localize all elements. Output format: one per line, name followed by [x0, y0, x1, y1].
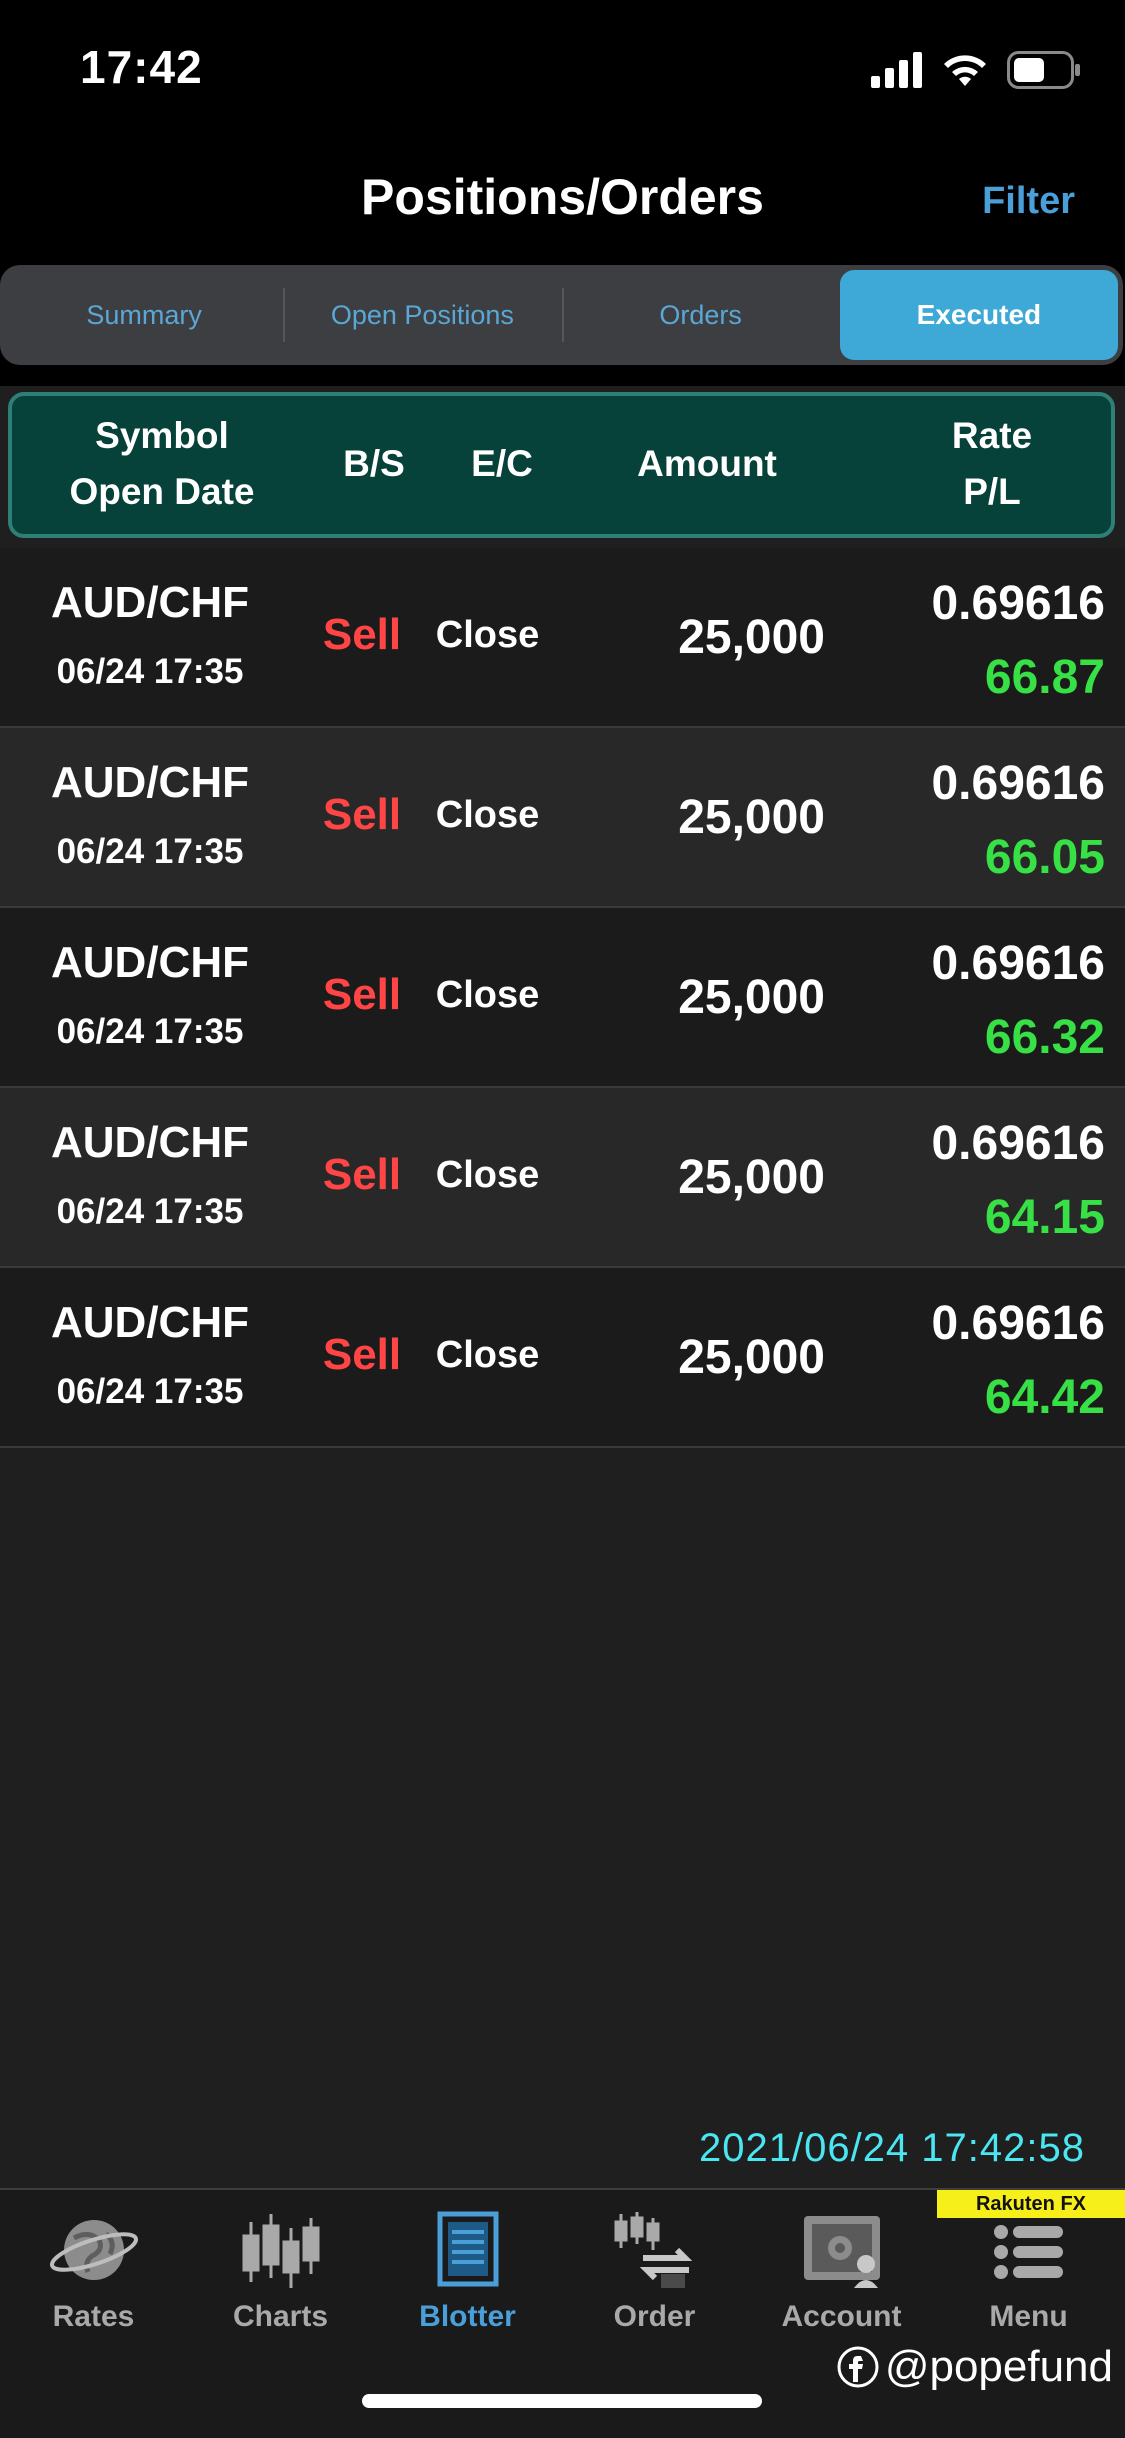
blotter-icon: [437, 2211, 498, 2287]
column-symbol-date: Symbol Open Date: [12, 408, 312, 520]
row-date: 06/24 17:35: [56, 1372, 244, 1411]
row-ec: Close: [435, 794, 540, 836]
row-bs: Sell: [322, 1330, 402, 1379]
row-bs: Sell: [322, 610, 402, 659]
tab-label: Rates: [52, 2300, 135, 2333]
tab-orders[interactable]: Orders: [561, 270, 840, 360]
tab-rates[interactable]: Rates: [0, 2208, 187, 2358]
facebook-logo-icon: [837, 2346, 879, 2388]
row-bs: Sell: [322, 970, 402, 1019]
top-area: 17:42 Positions/Orders Filter Summary Op…: [0, 0, 1125, 386]
row-amount: 25,000: [678, 611, 825, 664]
column-amount: Amount: [637, 443, 777, 484]
status-time: 17:42: [80, 41, 203, 93]
status-icons: [871, 48, 1081, 92]
menu-icon: [993, 2225, 1063, 2279]
row-pl: 64.15: [984, 1191, 1105, 1244]
column-ec: E/C: [471, 443, 533, 484]
tab-label: Account: [781, 2300, 902, 2333]
column-rate: Rate: [951, 415, 1033, 456]
server-timestamp: 2021/06/24 17:42:58: [698, 2126, 1085, 2170]
globe-icon: [49, 2220, 138, 2280]
row-pl: 66.32: [984, 1011, 1105, 1064]
table-row[interactable]: AUD/CHF 06/24 17:35 Sell Close 25,000 0.…: [0, 1088, 1125, 1268]
tab-order[interactable]: Order: [561, 2208, 748, 2358]
tab-menu[interactable]: Menu: [935, 2208, 1122, 2358]
row-date: 06/24 17:35: [56, 1012, 244, 1051]
tab-label: Blotter: [419, 2300, 516, 2333]
row-amount: 25,000: [678, 1151, 825, 1204]
row-pl: 66.05: [984, 831, 1105, 884]
row-symbol: AUD/CHF: [51, 938, 249, 987]
tab-label: Order: [613, 2300, 696, 2333]
column-header: Symbol Open Date B/S E/C Amount Rate P/L: [8, 392, 1115, 538]
row-symbol: AUD/CHF: [51, 1118, 249, 1167]
row-rate: 0.69616: [931, 1297, 1105, 1350]
column-pl: P/L: [963, 471, 1021, 512]
signal-icon: [871, 52, 922, 88]
watermark-text: @popefund: [884, 2342, 1113, 2391]
row-amount: 25,000: [678, 1331, 825, 1384]
tab-executed[interactable]: Executed: [839, 270, 1118, 360]
column-rate-pl: Rate P/L: [882, 408, 1102, 520]
tab-charts[interactable]: Charts: [187, 2208, 374, 2358]
candlestick-icon: [242, 2214, 319, 2288]
page-title: Positions/Orders: [361, 169, 764, 225]
column-open-date: Open Date: [69, 471, 255, 512]
row-ec: Close: [435, 974, 540, 1016]
row-rate: 0.69616: [931, 757, 1105, 810]
tab-label: Charts: [232, 2300, 329, 2333]
wifi-icon: [944, 55, 986, 86]
row-symbol: AUD/CHF: [51, 1298, 249, 1347]
segmented-control: Summary Open Positions Orders Executed: [0, 265, 1123, 365]
column-symbol: Symbol: [95, 415, 229, 456]
status-bar: 17:42: [0, 0, 1125, 140]
row-rate: 0.69616: [931, 577, 1105, 630]
row-bs: Sell: [322, 790, 402, 839]
row-date: 06/24 17:35: [56, 832, 244, 871]
row-rate: 0.69616: [931, 937, 1105, 990]
executed-list: AUD/CHF 06/24 17:35 Sell Close 25,000 0.…: [0, 548, 1125, 1448]
row-pl: 66.87: [984, 651, 1105, 704]
battery-icon: [1007, 51, 1080, 89]
row-amount: 25,000: [678, 791, 825, 844]
tab-summary[interactable]: Summary: [5, 270, 283, 360]
table-row[interactable]: AUD/CHF 06/24 17:35 Sell Close 25,000 0.…: [0, 908, 1125, 1088]
row-ec: Close: [435, 1334, 540, 1376]
table-row[interactable]: AUD/CHF 06/24 17:35 Sell Close 25,000 0.…: [0, 548, 1125, 728]
row-ec: Close: [435, 614, 540, 656]
tab-label: Menu: [989, 2300, 1068, 2333]
row-symbol: AUD/CHF: [51, 758, 249, 807]
row-amount: 25,000: [678, 971, 825, 1024]
watermark: @popefund: [837, 2342, 1113, 2392]
row-bs: Sell: [322, 1150, 402, 1199]
row-date: 06/24 17:35: [56, 1192, 244, 1231]
tab-blotter[interactable]: Blotter: [374, 2208, 561, 2358]
row-pl: 64.42: [984, 1371, 1105, 1424]
tab-open-positions[interactable]: Open Positions: [283, 270, 561, 360]
tab-account[interactable]: Account: [748, 2208, 935, 2358]
column-bs: B/S: [343, 443, 405, 484]
row-rate: 0.69616: [931, 1117, 1105, 1170]
filter-button[interactable]: Filter: [982, 180, 1075, 223]
table-row[interactable]: AUD/CHF 06/24 17:35 Sell Close 25,000 0.…: [0, 1268, 1125, 1448]
safe-icon: [803, 2216, 880, 2288]
table-row[interactable]: AUD/CHF 06/24 17:35 Sell Close 25,000 0.…: [0, 728, 1125, 908]
home-indicator[interactable]: [362, 2394, 762, 2408]
row-date: 06/24 17:35: [56, 652, 244, 691]
row-ec: Close: [435, 1154, 540, 1196]
order-icon: [614, 2212, 692, 2288]
row-symbol: AUD/CHF: [51, 578, 249, 627]
